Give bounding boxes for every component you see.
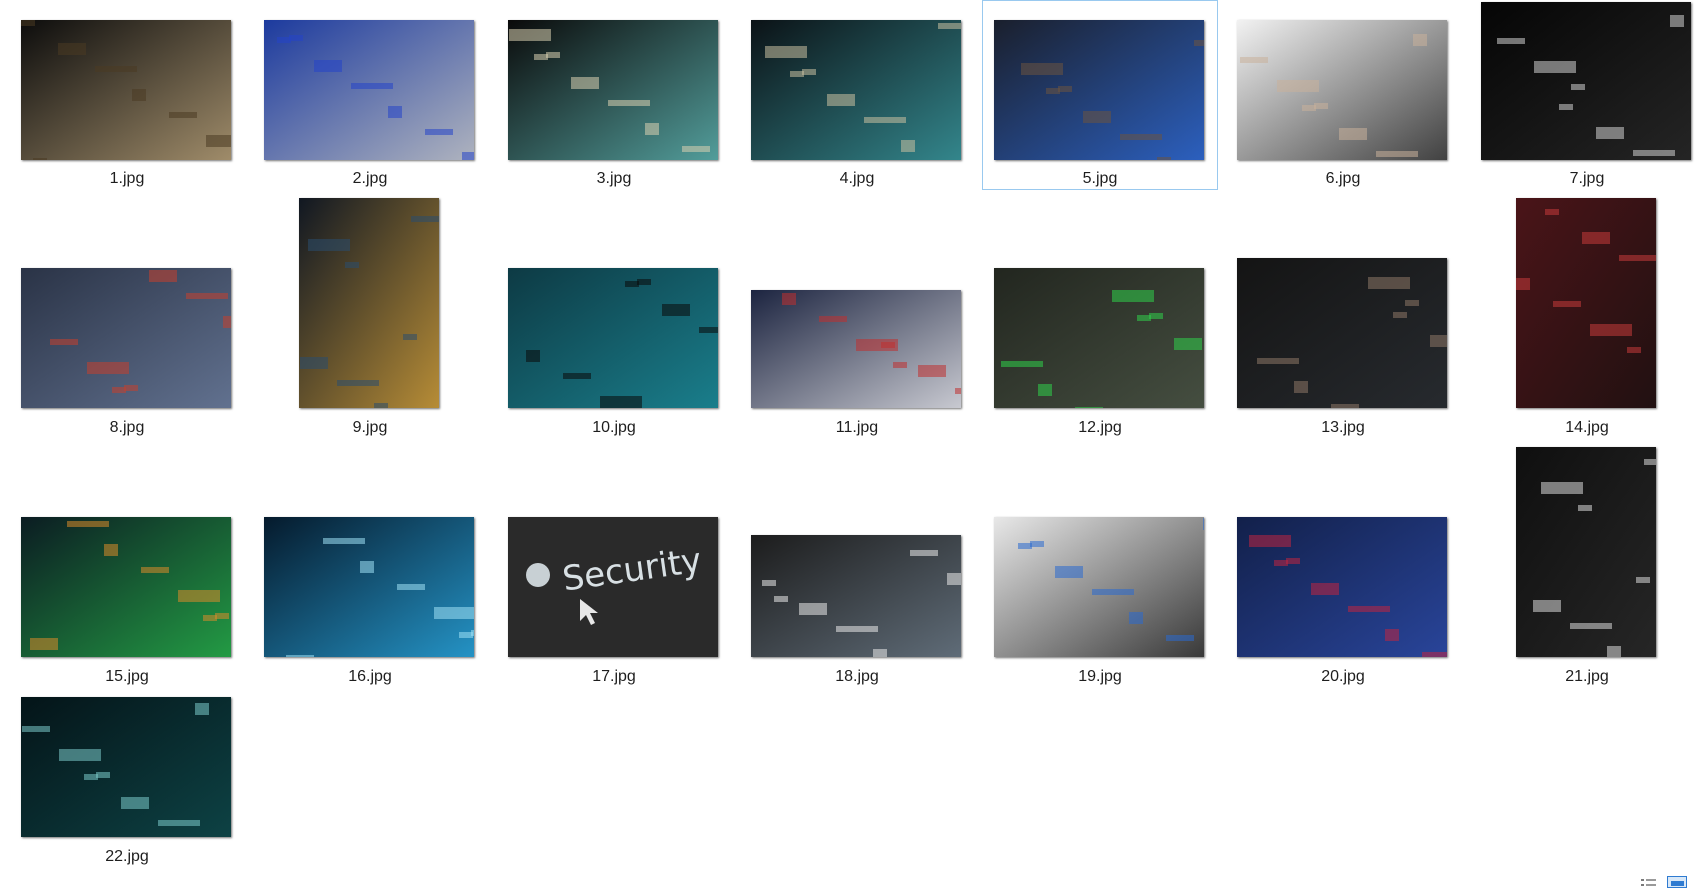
file-name-label: 19.jpg (1078, 668, 1122, 685)
file-name-label: 14.jpg (1565, 419, 1609, 436)
file-name-label: 4.jpg (839, 170, 875, 187)
file-name-label: 13.jpg (1321, 419, 1365, 436)
thumbnail-blue-server-drives (264, 517, 474, 657)
thumbnail-circuit-board (21, 268, 231, 408)
thumbnail-switch-ports (21, 20, 231, 160)
file-name-label: 8.jpg (109, 419, 145, 436)
file-name-label: 10.jpg (592, 419, 636, 436)
file-name-label: 2.jpg (352, 170, 388, 187)
file-name-label: 15.jpg (105, 668, 149, 685)
thumbnail-fiber-cables-teal (751, 20, 961, 160)
thumbnail-blue-ethernet-cables (264, 20, 474, 160)
thumbnail-desk-monitors (508, 268, 718, 408)
thumbnail-server-rack-cables (299, 198, 439, 408)
file-name-label: 17.jpg (592, 668, 636, 685)
thumbnail-scattered-keys-red (1516, 198, 1656, 408)
file-grid: 1.jpg 2.jpg 3.jpg 4.jpg 5.jpg 6.jpg 7.jpg 8.jpg… (0, 0, 1699, 892)
thumbnail-electrical-panel (994, 517, 1204, 657)
details-view-icon[interactable] (1639, 876, 1659, 888)
file-name-label: 12.jpg (1078, 419, 1122, 436)
view-mode-toggles (1639, 872, 1699, 892)
thumbnail-security-text: Security (508, 517, 718, 657)
file-name-label: 6.jpg (1325, 170, 1361, 187)
thumbnail-datacenter-person (994, 20, 1204, 160)
file-name-label: 21.jpg (1565, 668, 1609, 685)
thumbnail-hooded-hacker-monitor (1237, 258, 1447, 408)
thumbnail-ethernet-plugs (751, 290, 961, 408)
file-name-label: 11.jpg (835, 419, 879, 436)
thumbnail-fiber-patch-panel (508, 20, 718, 160)
file-name-label: 20.jpg (1321, 668, 1365, 685)
thumbnail-hands-on-keyboard-blue (1237, 517, 1447, 657)
file-name-label: 3.jpg (596, 170, 632, 187)
thumbnail-hacker-green-code (21, 517, 231, 657)
thumbnail-dark-keyboard (1481, 2, 1691, 160)
thumbnail-masked-person (1516, 447, 1656, 657)
file-name-label: 7.jpg (1569, 170, 1605, 187)
file-name-label: 16.jpg (348, 668, 392, 685)
thumbnail-binary-code-hand (21, 697, 231, 837)
file-name-label: 5.jpg (1082, 170, 1118, 187)
file-name-label: 9.jpg (352, 419, 388, 436)
thumbnail-operations-center (751, 535, 961, 657)
file-name-label: 1.jpg (109, 170, 145, 187)
thumbnail-workstation-laptop (1237, 20, 1447, 160)
thumbnail-green-keyboard (994, 268, 1204, 408)
file-name-label: 18.jpg (835, 668, 879, 685)
file-name-label: 22.jpg (105, 848, 149, 865)
large-icons-view-icon[interactable] (1667, 876, 1687, 888)
